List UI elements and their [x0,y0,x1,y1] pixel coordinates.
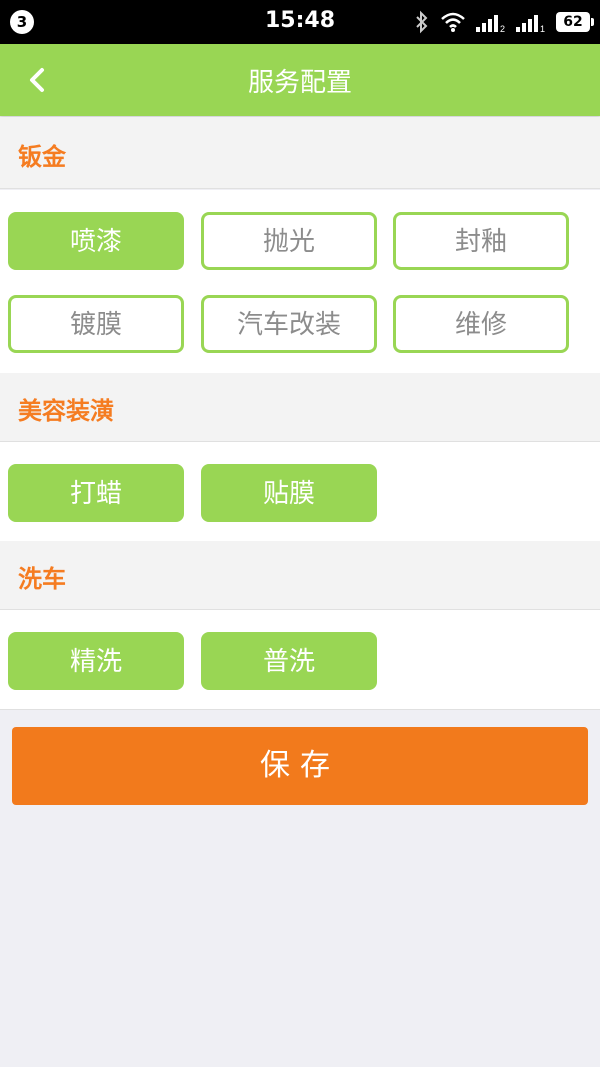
section-body-sheet-metal: 喷漆 抛光 封釉 镀膜 汽车改装 维修 [0,190,600,374]
page-title: 服务配置 [247,68,352,98]
section-title: 钣金 [18,143,66,171]
section-header-car-wash: 洗车 [0,541,600,610]
section-header-beauty-decoration: 美容装潢 [0,373,600,442]
option-chip-polish[interactable]: 抛光 [201,212,377,270]
bluetooth-icon [416,10,428,34]
status-bar: 3 15:48 2 1 62 [0,0,600,44]
section-header-sheet-metal: 钣金 [0,117,600,189]
wifi-icon [441,12,465,32]
title-bar: 服务配置 [0,44,600,116]
svg-text:2: 2 [500,24,505,32]
option-chip-film[interactable]: 贴膜 [201,464,377,522]
section-title: 美容装潢 [18,397,114,425]
signal-icon: 1 [516,15,545,32]
option-chip-coating[interactable]: 镀膜 [8,295,184,353]
option-chip-paint[interactable]: 喷漆 [8,212,184,270]
battery-indicator: 62 [556,12,594,32]
section-body-car-wash: 精洗 普洗 [0,610,600,710]
option-chip-regular-wash[interactable]: 普洗 [201,632,377,690]
option-chip-car-modification[interactable]: 汽车改装 [201,295,377,353]
section-body-beauty-decoration: 打蜡 贴膜 [0,442,600,542]
option-chip-glaze[interactable]: 封釉 [393,212,569,270]
section-title: 洗车 [18,565,66,593]
option-chip-fine-wash[interactable]: 精洗 [8,632,184,690]
option-chip-repair[interactable]: 维修 [393,295,569,353]
signal-icon: 2 [476,15,505,32]
save-button[interactable]: 保存 [12,727,588,805]
option-chip-wax[interactable]: 打蜡 [8,464,184,522]
svg-text:1: 1 [540,24,545,32]
